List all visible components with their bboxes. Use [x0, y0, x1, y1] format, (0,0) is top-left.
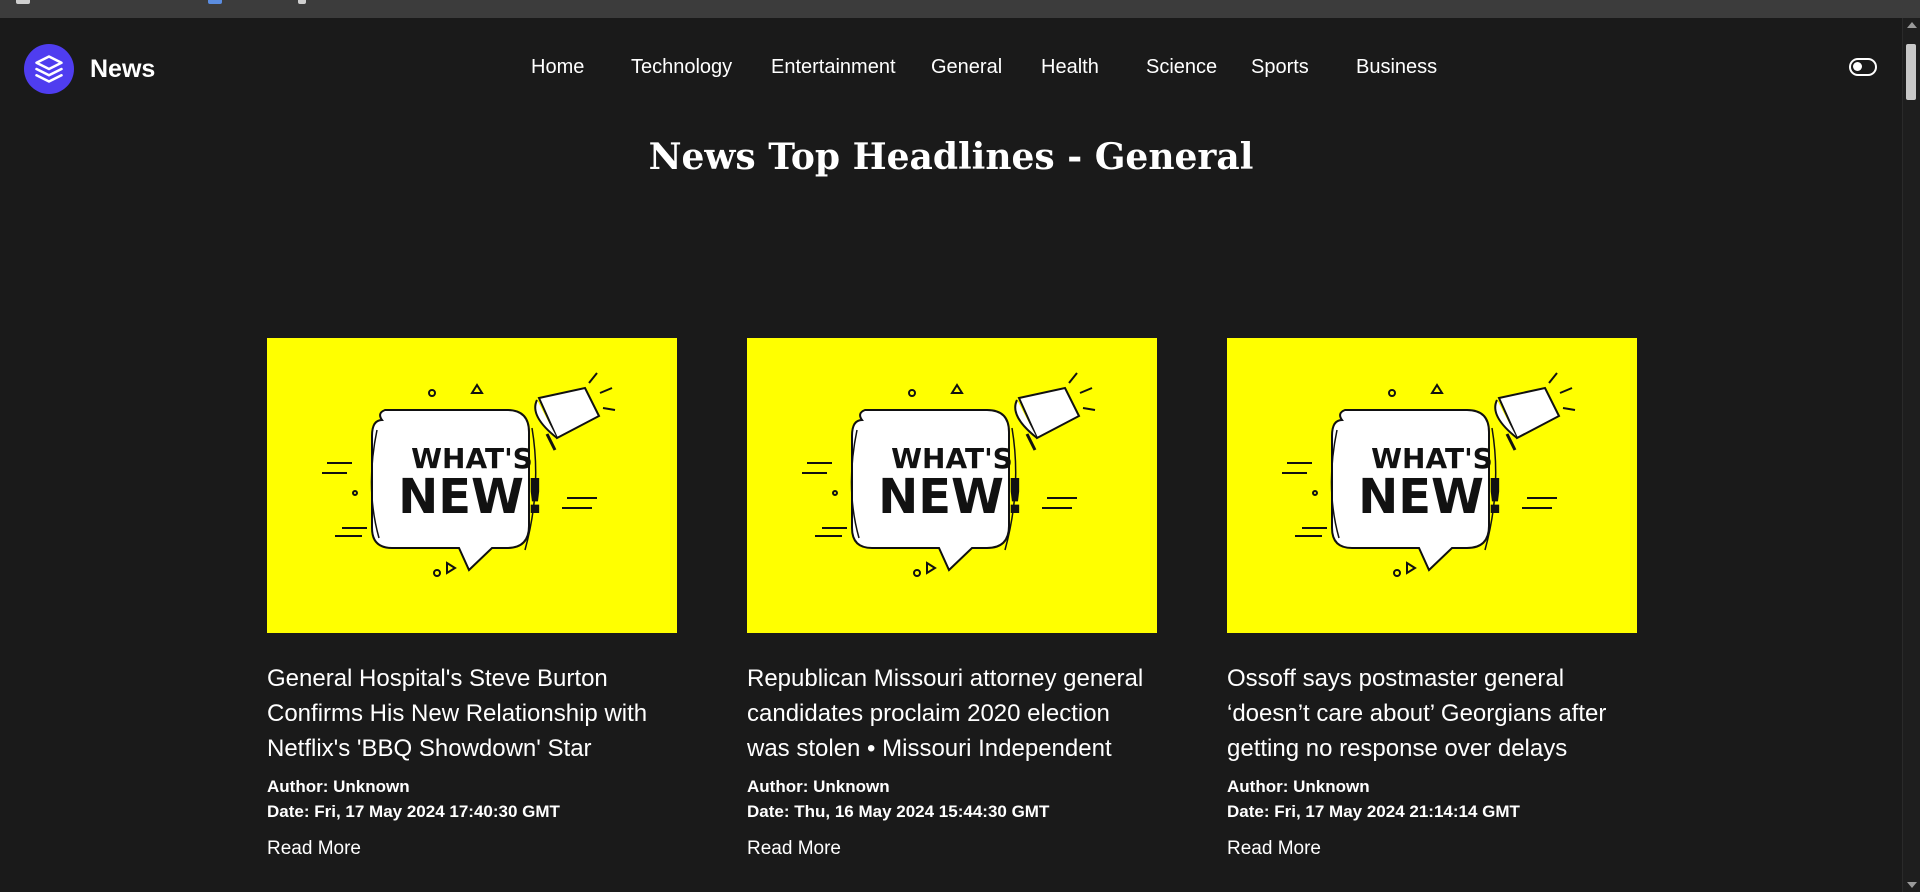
nav-item-technology[interactable]: Technology — [631, 56, 732, 79]
nav-item-home[interactable]: Home — [531, 56, 584, 79]
article-meta: Author: Unknown Date: Thu, 16 May 2024 1… — [747, 774, 1157, 824]
article-meta: Author: Unknown Date: Fri, 17 May 2024 2… — [1227, 774, 1637, 824]
read-more-link[interactable]: Read More — [267, 838, 677, 860]
toggle-knob — [1853, 62, 1862, 71]
nav-item-health[interactable]: Health — [1041, 56, 1099, 79]
article-date: Date: Fri, 17 May 2024 17:40:30 GMT — [267, 802, 560, 821]
browser-top-strip — [0, 0, 1920, 18]
whats-new-megaphone-illustration: WHAT'S NEW! — [1282, 372, 1576, 577]
page: News Home Technology Entertainment Gener… — [0, 18, 1902, 892]
nav-menu: Home Technology Entertainment General He… — [0, 18, 1902, 120]
article-author: Author: Unknown — [1227, 777, 1370, 796]
theme-toggle-icon[interactable] — [1849, 58, 1877, 76]
svg-text:NEW!: NEW! — [398, 469, 546, 525]
nav-item-sports[interactable]: Sports — [1251, 56, 1309, 79]
browser-tab-remnant — [208, 0, 222, 4]
page-title: News Top Headlines - General — [648, 136, 1254, 178]
svg-text:NEW!: NEW! — [878, 469, 1026, 525]
article-date: Date: Thu, 16 May 2024 15:44:30 GMT — [747, 802, 1050, 821]
read-more-link[interactable]: Read More — [1227, 838, 1637, 860]
scrollbar-thumb[interactable] — [1906, 44, 1916, 100]
nav-item-entertainment[interactable]: Entertainment — [771, 56, 896, 79]
article-title: Republican Missouri attorney general can… — [747, 665, 1144, 762]
article-author: Author: Unknown — [747, 777, 890, 796]
article-card: WHAT'S NEW! General Hospital's Steve Bur… — [267, 338, 677, 860]
scroll-up-arrow-icon[interactable] — [1907, 22, 1917, 28]
whats-new-megaphone-illustration: WHAT'S NEW! — [322, 372, 616, 577]
navbar: News Home Technology Entertainment Gener… — [0, 18, 1902, 120]
article-meta: Author: Unknown Date: Fri, 17 May 2024 1… — [267, 774, 677, 824]
browser-tab-remnant — [298, 0, 306, 4]
article-title: General Hospital's Steve Burton Confirms… — [267, 665, 648, 762]
article-date: Date: Fri, 17 May 2024 21:14:14 GMT — [1227, 802, 1520, 821]
article-image: WHAT'S NEW! — [267, 338, 677, 633]
article-author: Author: Unknown — [267, 777, 410, 796]
article-title: Ossoff says postmaster general ‘doesn’t … — [1227, 665, 1607, 762]
nav-item-general[interactable]: General — [931, 56, 1002, 79]
article-image: WHAT'S NEW! — [1227, 338, 1637, 633]
article-card: WHAT'S NEW! Republican Missouri attorney… — [747, 338, 1157, 860]
vertical-scrollbar[interactable] — [1902, 18, 1920, 892]
scroll-down-arrow-icon[interactable] — [1907, 882, 1917, 888]
nav-item-business[interactable]: Business — [1356, 56, 1437, 79]
article-image: WHAT'S NEW! — [747, 338, 1157, 633]
svg-text:NEW!: NEW! — [1358, 469, 1506, 525]
article-card: WHAT'S NEW! Ossoff says postmaster gener… — [1227, 338, 1637, 860]
nav-item-science[interactable]: Science — [1146, 56, 1217, 79]
browser-tab-remnant — [16, 0, 30, 4]
whats-new-megaphone-illustration: WHAT'S NEW! — [802, 372, 1096, 577]
read-more-link[interactable]: Read More — [747, 838, 1157, 860]
